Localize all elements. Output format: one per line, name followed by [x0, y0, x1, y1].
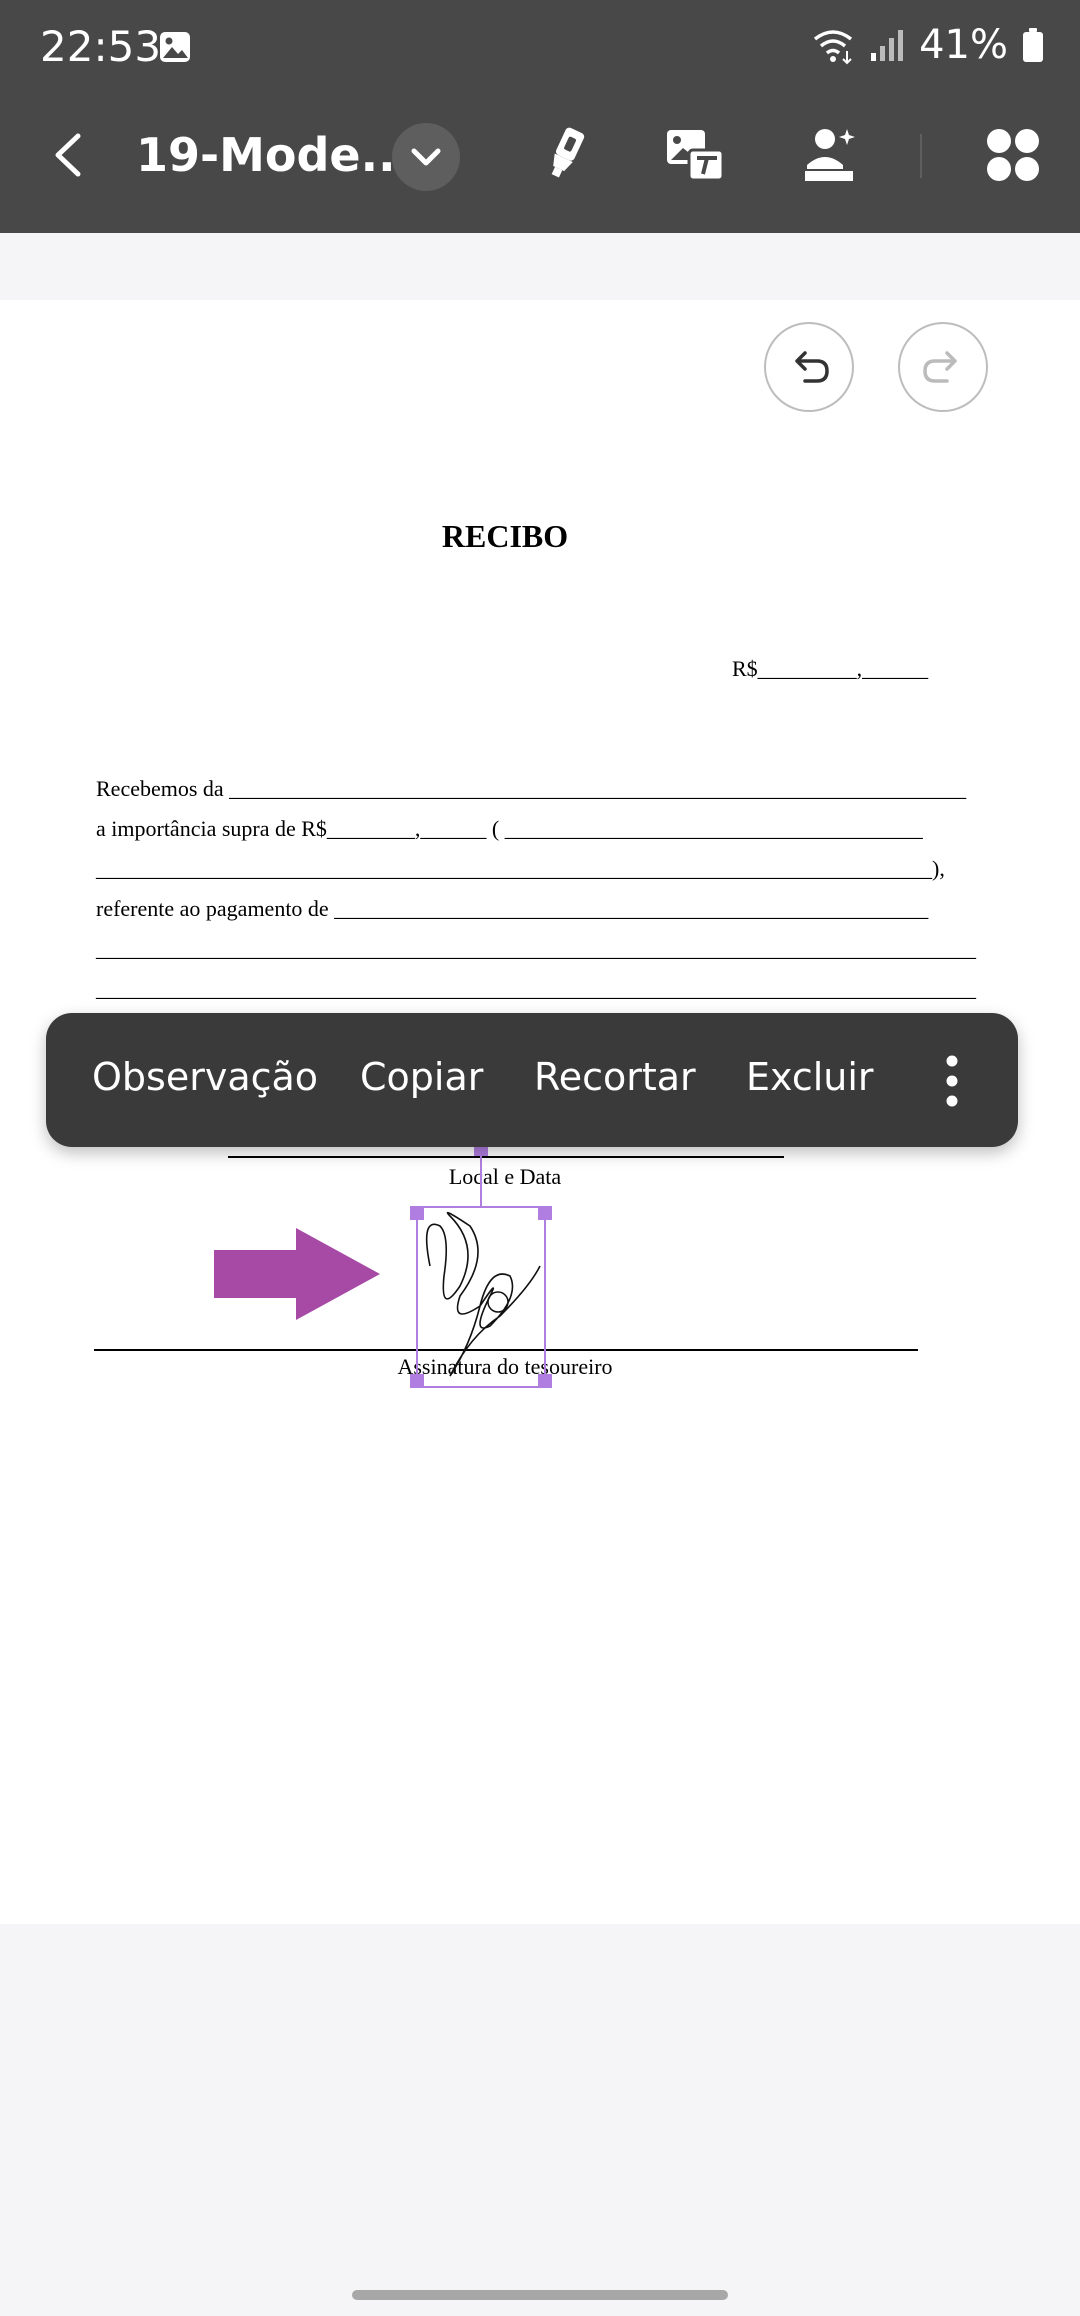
menu-item-excluir[interactable]: Excluir: [746, 1055, 874, 1099]
local-date-line: [228, 1156, 784, 1158]
receipt-line-1: Recebemos da ___________________________…: [96, 776, 967, 801]
resize-handle-bottom-right[interactable]: [538, 1374, 552, 1388]
menu-item-observacao[interactable]: Observação: [92, 1055, 318, 1099]
receipt-title: RECIBO: [441, 518, 569, 554]
local-date-caption: Local e Data: [448, 1164, 562, 1189]
receipt-line-2: a importância supra de R$________,______…: [96, 816, 923, 841]
selected-signature[interactable]: [410, 1206, 552, 1388]
receipt-line-6: ________________________________________…: [96, 976, 976, 1001]
home-indicator[interactable]: [352, 2290, 728, 2300]
receipt-line-5: ________________________________________…: [96, 936, 976, 961]
context-menu: Observação Copiar Recortar Excluir: [46, 1013, 1018, 1147]
receipt-line-4: referente ao pagamento de ______________…: [96, 896, 929, 921]
resize-handle-top-right[interactable]: [538, 1206, 552, 1220]
receipt-line-3: ________________________________________…: [96, 856, 945, 881]
amount-field: R$_________,______: [732, 656, 929, 681]
menu-item-recortar[interactable]: Recortar: [534, 1055, 696, 1099]
more-options-icon[interactable]: [942, 1055, 962, 1107]
arrow-annotation: [214, 1228, 380, 1320]
resize-handle-bottom-left[interactable]: [410, 1374, 424, 1388]
menu-item-copiar[interactable]: Copiar: [360, 1055, 483, 1099]
rotate-handle-stem: [480, 1148, 482, 1206]
receipt-document: RECIBO R$_________,______ Recebemos da _…: [0, 0, 1080, 2316]
resize-handle-top-left[interactable]: [410, 1206, 424, 1220]
